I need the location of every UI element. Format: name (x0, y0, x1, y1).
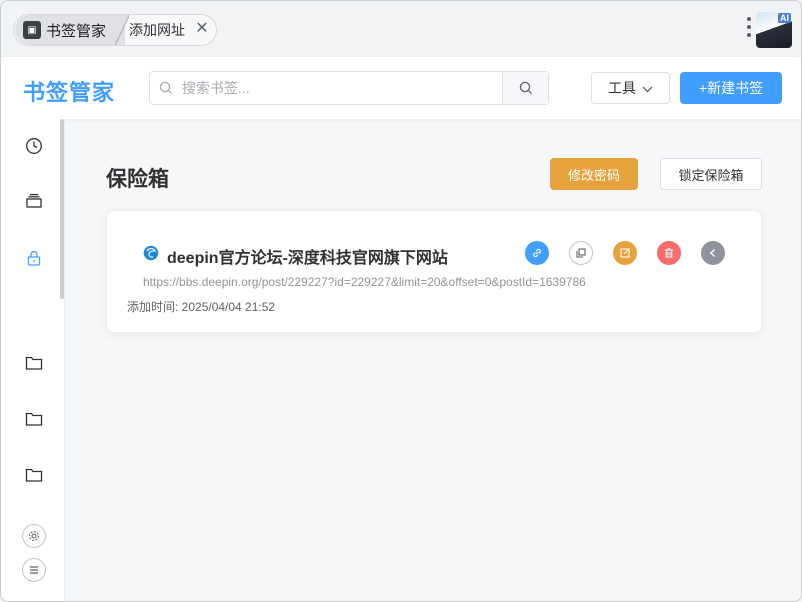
search-box (149, 71, 549, 105)
edit-button[interactable] (613, 241, 637, 265)
sidebar-item-vault[interactable] (15, 239, 53, 277)
ai-badge: AI (778, 13, 791, 23)
folder-icon (25, 356, 43, 370)
extension-avatar[interactable]: AI (756, 12, 792, 48)
tab-bookmark-manager[interactable]: ▣ 书签管家 (15, 15, 125, 45)
menu-button[interactable] (22, 558, 46, 582)
sidebar-item-folder-3[interactable] (15, 456, 53, 494)
delete-button[interactable] (657, 241, 681, 265)
app-header: 书签管家 工具 +新建书签 (1, 57, 801, 119)
new-bookmark-button[interactable]: +新建书签 (680, 72, 782, 104)
search-input[interactable] (182, 72, 502, 104)
brand-logo: 书签管家 (23, 80, 116, 105)
sidebar-item-folder-1[interactable] (15, 344, 53, 382)
app-favicon-icon: ▣ (23, 21, 41, 39)
search-icon (150, 72, 182, 104)
bookmark-card: deepin官方论坛-深度科技官网旗下网站 https://bbs.deepin… (106, 210, 762, 333)
tools-label: 工具 (608, 80, 636, 96)
copy-button[interactable] (569, 241, 593, 265)
bookmark-title[interactable]: deepin官方论坛-深度科技官网旗下网站 (167, 244, 448, 268)
copy-icon (576, 248, 586, 258)
trash-icon (665, 248, 673, 258)
sidebar-item-folder-2[interactable] (15, 400, 53, 438)
move-out-button[interactable] (701, 241, 725, 265)
browser-tab-strip: ▣ 书签管家 添加网址 ✕ AI (1, 1, 801, 57)
folder-icon (25, 468, 43, 482)
change-password-button[interactable]: 修改密码 (550, 158, 638, 190)
app-window: ▣ 书签管家 添加网址 ✕ AI 书签管家 工具 (0, 0, 802, 602)
search-button[interactable] (502, 72, 548, 104)
page-title: 保险箱 (106, 168, 169, 191)
sidebar (1, 119, 65, 601)
vault-panel: 保险箱 修改密码 锁定保险箱 deepin官方论坛-深度科技官网旗下网站 htt… (65, 119, 801, 601)
sidebar-item-collection[interactable] (15, 182, 53, 220)
edit-icon (620, 248, 630, 258)
chevron-down-icon (642, 80, 653, 96)
sidebar-item-recent[interactable] (15, 127, 53, 165)
sidebar-scrollbar[interactable] (60, 119, 64, 299)
tab-separator (115, 15, 129, 45)
collection-icon (26, 193, 42, 208)
lock-icon (27, 250, 41, 266)
more-menu-icon[interactable] (745, 17, 753, 43)
bookmark-url: https://bbs.deepin.org/post/229227?id=22… (143, 275, 586, 289)
lock-vault-button[interactable]: 锁定保险箱 (660, 158, 762, 190)
clock-icon (26, 138, 42, 154)
close-tab-icon[interactable]: ✕ (194, 21, 210, 37)
gear-icon (29, 531, 39, 541)
settings-button[interactable] (22, 524, 46, 548)
tab-label: 书签管家 (46, 22, 107, 40)
tools-dropdown[interactable]: 工具 (591, 72, 670, 104)
bookmark-added-time: 添加时间: 2025/04/04 21:52 (127, 300, 276, 314)
folder-icon (25, 412, 43, 426)
tab-label: 添加网址 (129, 22, 185, 38)
deepin-logo-icon (143, 245, 159, 261)
open-link-button[interactable] (525, 241, 549, 265)
chevron-left-icon (710, 249, 715, 257)
link-icon (533, 248, 541, 258)
hamburger-icon (30, 566, 38, 574)
